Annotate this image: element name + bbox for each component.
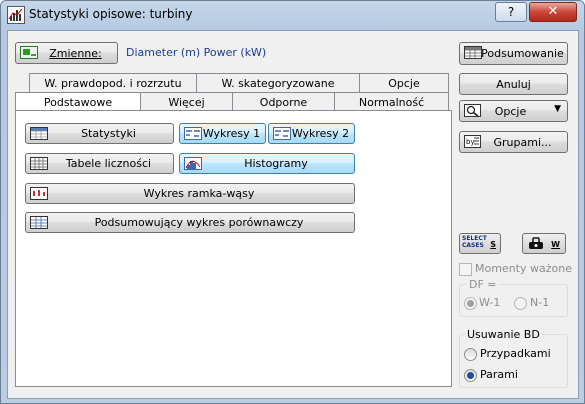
options-magnifier-icon <box>464 104 482 117</box>
histogram-icon <box>184 157 202 170</box>
grupami-label: Grupami... <box>493 135 552 149</box>
parami-radio[interactable] <box>464 369 477 382</box>
app-icon <box>7 6 25 24</box>
tab-label: Odporne <box>259 95 308 109</box>
df-n1-radio[interactable] <box>514 297 527 310</box>
weight-icon <box>528 237 544 253</box>
tab-w-prawdopod[interactable]: W. prawdopod. i rozrzutu <box>29 73 197 92</box>
frequency-table-icon <box>30 157 48 170</box>
select-cases-line2: CASES <box>462 242 484 249</box>
histogramy-button[interactable]: Histogramy <box>179 153 355 174</box>
chart-icon <box>184 127 202 140</box>
chevron-down-icon: ▼ <box>554 104 561 114</box>
wykres-ramka-wasy-button[interactable]: Wykres ramka-wąsy <box>25 183 355 204</box>
przypadkami-label: Przypadkami <box>480 347 551 360</box>
weight-shortcut: W <box>551 240 560 249</box>
dialog-window: Statystyki opisowe: turbiny ? ✕ Zmienne:… <box>0 0 585 404</box>
tab-label: Normalność <box>358 95 425 109</box>
anuluj-button[interactable]: Anuluj <box>459 73 568 95</box>
tab-normalnosc[interactable]: Normalność <box>334 92 449 111</box>
podsumowanie-button[interactable]: Podsumowanie <box>459 42 568 65</box>
select-cases-button[interactable]: SELECT CASES S <box>459 233 501 254</box>
tab-panel-podstawowe <box>15 110 452 387</box>
svg-text:by: by <box>466 138 475 146</box>
chart-icon <box>273 127 291 140</box>
tab-w-skategoryzowane[interactable]: W. skategoryzowane <box>196 73 360 92</box>
wykresy-2-button[interactable]: Wykresy 2 <box>268 123 355 144</box>
tab-label: W. skategoryzowane <box>221 76 335 90</box>
statystyki-label: Statystyki <box>81 127 136 140</box>
comparison-grid-icon <box>30 216 48 229</box>
tab-odporne[interactable]: Odporne <box>232 92 335 111</box>
podsumowujacy-wykres-label: Podsumowujący wykres porównawczy <box>94 216 304 229</box>
tab-label: Podstawowe <box>43 96 113 109</box>
anuluj-label: Anuluj <box>496 77 531 91</box>
parami-label: Parami <box>480 368 518 381</box>
selected-variables: Diameter (m) Power (kW) <box>126 46 267 59</box>
tab-opcje[interactable]: Opcje <box>359 73 449 92</box>
opcje-label: Opcje <box>494 104 527 118</box>
box-whisker-icon <box>30 187 48 200</box>
df-n1-label: N-1 <box>530 296 550 309</box>
variables-button[interactable]: Zmienne: <box>15 42 118 64</box>
close-button[interactable]: ✕ <box>529 2 577 22</box>
select-cases-shortcut: S <box>490 240 496 249</box>
tabele-licznosci-button[interactable]: Tabele liczności <box>25 153 174 174</box>
by-group-icon: by <box>464 135 482 148</box>
tab-label: Więcej <box>168 95 205 109</box>
df-w1-radio[interactable] <box>464 297 477 310</box>
momenty-wazone-checkbox[interactable] <box>459 263 472 276</box>
tab-label: Opcje <box>388 76 420 90</box>
wykres-ramka-wasy-label: Wykres ramka-wąsy <box>143 187 255 200</box>
select-cases-line1: SELECT <box>462 235 487 242</box>
tab-podstawowe[interactable]: Podstawowe <box>15 92 141 112</box>
weight-button[interactable]: W <box>522 233 566 254</box>
summary-icon <box>464 46 482 59</box>
opcje-dropdown-button[interactable]: Opcje ▼ <box>459 100 568 122</box>
histogramy-label: Histogramy <box>244 157 308 170</box>
help-button[interactable]: ? <box>495 2 527 22</box>
df-w1-label: W-1 <box>479 296 501 309</box>
usuwanie-bd-legend: Usuwanie BD <box>465 328 542 341</box>
variables-button-label: Zmienne: <box>49 46 102 60</box>
statystyki-button[interactable]: Statystyki <box>25 123 174 144</box>
grupami-button[interactable]: by Grupami... <box>459 131 568 153</box>
tabele-licznosci-label: Tabele liczności <box>65 157 152 170</box>
tab-wiecej[interactable]: Więcej <box>140 92 233 111</box>
select-cases-text: SELECT CASES <box>462 235 487 249</box>
momenty-wazone-label: Momenty ważone <box>475 262 572 275</box>
window-title: Statystyki opisowe: turbiny <box>29 7 193 21</box>
df-legend: DF = <box>467 278 499 291</box>
wykresy-1-button[interactable]: Wykresy 1 <box>179 123 266 144</box>
title-bar[interactable]: Statystyki opisowe: turbiny ? ✕ <box>1 1 584 29</box>
podsumowujacy-wykres-button[interactable]: Podsumowujący wykres porównawczy <box>25 212 355 233</box>
przypadkami-radio[interactable] <box>464 348 477 361</box>
tab-label: W. prawdopod. i rozrzutu <box>44 76 182 90</box>
summary-table-icon <box>30 127 48 140</box>
variables-icon <box>20 46 38 59</box>
